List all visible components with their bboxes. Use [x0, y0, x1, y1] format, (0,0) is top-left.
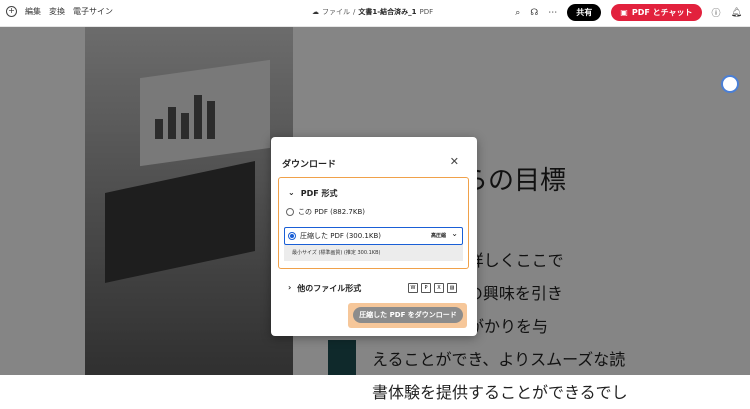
support-icon[interactable]: ☊ — [530, 8, 538, 18]
document-name[interactable]: 文書1-結合済み_1 — [358, 7, 416, 17]
option-compressed-pdf[interactable]: 圧縮した PDF (300.1KB) 高圧縮 ⌄ — [284, 227, 463, 245]
document-type: PDF — [419, 8, 434, 16]
breadcrumb-root[interactable]: ファイル — [322, 7, 350, 17]
powerpoint-icon: P — [421, 283, 431, 293]
more-icon[interactable]: ⋯ — [548, 8, 557, 18]
download-button-highlight: 圧縮した PDF をダウンロード — [348, 303, 467, 328]
body-line: 書体験を提供することができるでし — [372, 383, 628, 402]
chat-button-label: PDF とチャット — [631, 8, 693, 17]
menu-convert[interactable]: 変換 — [49, 6, 65, 17]
pdf-section-title: PDF 形式 — [300, 189, 338, 198]
pdf-section-header[interactable]: ⌄ PDF 形式 — [288, 188, 337, 199]
pdf-format-section: ⌄ PDF 形式 この PDF (882.7KB) 圧縮した PDF (300.… — [278, 177, 469, 269]
download-compressed-button[interactable]: 圧縮した PDF をダウンロード — [353, 307, 463, 323]
word-icon: W — [408, 283, 418, 293]
menu-edit[interactable]: 編集 — [25, 6, 41, 17]
download-dialog: ダウンロード ✕ ⌄ PDF 形式 この PDF (882.7KB) 圧縮した … — [271, 137, 477, 336]
chevron-down-icon: ⌄ — [288, 188, 295, 197]
breadcrumb-separator: / — [353, 8, 356, 16]
app-toolbar: + 編集 変換 電子サイン ☁ ファイル / 文書1-結合済み_1 PDF ⌕ … — [0, 0, 750, 27]
chat-with-pdf-button[interactable]: ▣ PDF とチャット — [611, 4, 702, 21]
search-icon[interactable]: ⌕ — [515, 8, 520, 18]
dialog-title: ダウンロード — [282, 160, 337, 170]
radio-compressed-pdf[interactable] — [288, 232, 296, 240]
assistant-icon[interactable] — [721, 75, 739, 93]
menu-esign[interactable]: 電子サイン — [73, 6, 113, 17]
main-menu: + 編集 変換 電子サイン — [6, 6, 113, 17]
image-icon: ▨ — [447, 283, 457, 293]
chevron-down-icon[interactable]: ⌄ — [451, 229, 458, 238]
toolbar-actions: ⌕ ☊ ⋯ 共有 ▣ PDF とチャット ⓘ 🔔︎ — [515, 4, 742, 21]
other-formats-header[interactable]: › 他のファイル形式 — [288, 283, 361, 294]
chat-icon: ▣ — [620, 8, 628, 17]
breadcrumb: ☁ ファイル / 文書1-結合済み_1 PDF — [312, 7, 433, 17]
close-icon[interactable]: ✕ — [450, 155, 459, 168]
radio-this-pdf[interactable] — [286, 208, 294, 216]
option-this-pdf-label: この PDF (882.7KB) — [298, 208, 365, 216]
chevron-right-icon: › — [288, 283, 292, 292]
option-compressed-label: 圧縮した PDF (300.1KB) — [300, 232, 381, 240]
help-icon[interactable]: ⓘ — [712, 6, 721, 19]
share-button[interactable]: 共有 — [567, 4, 602, 21]
option-this-pdf[interactable]: この PDF (882.7KB) — [286, 207, 365, 217]
other-formats-label: 他のファイル形式 — [297, 284, 362, 293]
compression-dropdown-option[interactable]: 最小サイズ (標準画質) (推定 300.1KB) — [284, 245, 463, 261]
bell-icon[interactable]: 🔔︎ — [731, 8, 742, 18]
add-icon[interactable]: + — [6, 6, 17, 17]
format-icons: W P X ▨ — [408, 283, 457, 293]
cloud-icon: ☁ — [312, 8, 319, 16]
compression-quality[interactable]: 高圧縮 — [431, 232, 446, 239]
excel-icon: X — [434, 283, 444, 293]
